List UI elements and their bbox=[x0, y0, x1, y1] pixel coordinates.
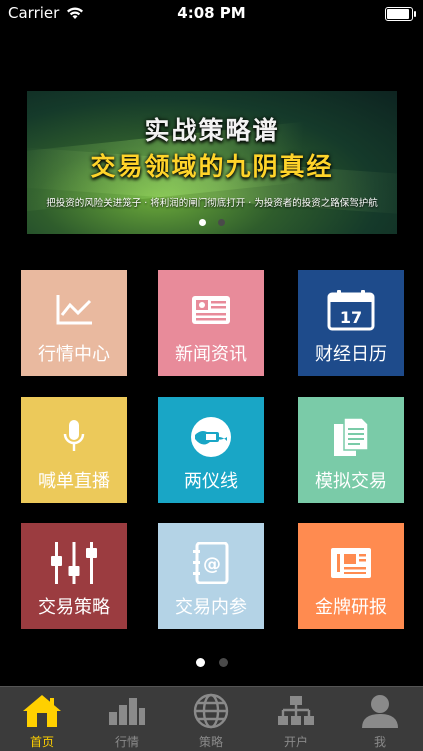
globe-icon bbox=[169, 693, 253, 729]
tab-bar: 首页 行情 策略 开户 我 bbox=[0, 686, 423, 751]
tile-trading-strategy[interactable]: 交易策略 bbox=[21, 523, 127, 629]
tab-label: 开户 bbox=[283, 735, 308, 749]
grid-page-indicator[interactable] bbox=[0, 652, 423, 671]
report-icon bbox=[298, 541, 404, 585]
banner-title: 实战策略谱 bbox=[144, 116, 280, 145]
tile-market-center[interactable]: 行情中心 bbox=[21, 270, 127, 376]
tile-label: 新闻资讯 bbox=[175, 344, 247, 365]
chart-line-icon bbox=[21, 288, 127, 332]
newspaper-icon bbox=[158, 288, 264, 332]
grid-page-dot[interactable] bbox=[195, 658, 205, 667]
tile-financial-calendar[interactable]: 17 财经日历 bbox=[298, 270, 404, 376]
banner-page-dot[interactable] bbox=[199, 219, 206, 226]
tile-label: 行情中心 bbox=[38, 344, 110, 365]
yin-yang-icon bbox=[158, 415, 264, 459]
tile-label: 两仪线 bbox=[184, 471, 238, 492]
tile-news[interactable]: 新闻资讯 bbox=[158, 270, 264, 376]
tab-label: 首页 bbox=[29, 735, 54, 749]
tile-live-calls[interactable]: 喊单直播 bbox=[21, 397, 127, 503]
tile-label: 财经日历 bbox=[315, 344, 387, 365]
tile-two-lines[interactable]: 两仪线 bbox=[158, 397, 264, 503]
tab-label: 行情 bbox=[114, 735, 139, 749]
address-book-icon: @ bbox=[158, 541, 264, 585]
tab-home[interactable]: 首页 bbox=[0, 687, 84, 751]
svg-text:@: @ bbox=[203, 554, 221, 575]
microphone-icon bbox=[21, 415, 127, 459]
tile-label: 交易策略 bbox=[38, 597, 110, 618]
tab-strategy[interactable]: 策略 bbox=[169, 687, 253, 751]
tab-market[interactable]: 行情 bbox=[85, 687, 169, 751]
battery-level bbox=[387, 9, 409, 19]
documents-icon bbox=[298, 415, 404, 459]
tab-me[interactable]: 我 bbox=[338, 687, 422, 751]
tile-gold-research[interactable]: 金牌研报 bbox=[298, 523, 404, 629]
clock: 4:08 PM bbox=[177, 4, 246, 22]
tile-insider-reference[interactable]: @ 交易内参 bbox=[158, 523, 264, 629]
tab-label: 我 bbox=[373, 735, 386, 749]
tab-open-account[interactable]: 开户 bbox=[254, 687, 338, 751]
hierarchy-icon bbox=[254, 693, 338, 729]
user-icon bbox=[338, 693, 422, 729]
tile-label: 喊单直播 bbox=[38, 471, 110, 492]
home-icon bbox=[0, 693, 84, 729]
banner-tagline: 把投资的风险关进笼子 · 将利润的闸门彻底打开 · 为投资者的投资之路保驾护航 bbox=[46, 198, 378, 209]
banner-page-indicator[interactable] bbox=[27, 211, 397, 230]
status-bar: Carrier 4:08 PM bbox=[0, 0, 423, 28]
tile-label: 模拟交易 bbox=[315, 471, 387, 492]
tab-label: 策略 bbox=[198, 735, 223, 749]
sliders-icon bbox=[21, 541, 127, 585]
promo-banner[interactable]: 实战策略谱 交易领域的九阴真经 把投资的风险关进笼子 · 将利润的闸门彻底打开 … bbox=[27, 91, 397, 234]
tile-label: 金牌研报 bbox=[315, 597, 387, 618]
market-icon bbox=[85, 693, 169, 729]
calendar-icon: 17 bbox=[298, 288, 404, 332]
tile-label: 交易内参 bbox=[175, 597, 247, 618]
calendar-day: 17 bbox=[340, 308, 362, 327]
tile-simulated-trading[interactable]: 模拟交易 bbox=[298, 397, 404, 503]
grid-page-dot[interactable] bbox=[218, 658, 228, 667]
banner-page-dot[interactable] bbox=[218, 219, 225, 226]
battery-icon bbox=[385, 7, 416, 21]
banner-subtitle: 交易领域的九阴真经 bbox=[90, 152, 334, 181]
